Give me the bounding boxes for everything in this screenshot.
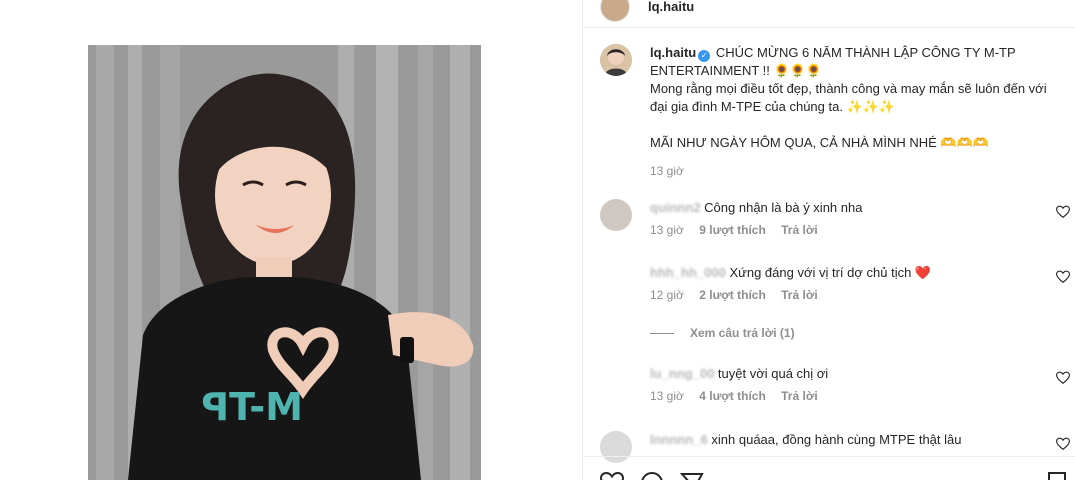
comment-item: hhh_hh_000 Xứng đáng với vị trí dợ chủ t… [600, 264, 1070, 314]
comment-time[interactable]: 12 giờ [650, 288, 684, 302]
post-side-panel: lq.haitu lq.haitu ✓ CHÚC MỪNG 6 NĂM THÀNH… [584, 0, 1075, 480]
svg-text:M-TP: M-TP [201, 385, 303, 429]
comment-item: lu_nng_00 tuyệt vời quá chị ơi 13 giờ 4 … [600, 365, 1070, 415]
view-replies-button[interactable]: Xem câu trả lời (1) [650, 326, 795, 340]
reply-button[interactable]: Trả lời [781, 223, 818, 237]
action-bar [584, 456, 1075, 480]
media-pane: M-TP [0, 0, 583, 480]
save-icon[interactable] [1047, 471, 1067, 480]
comment-likes[interactable]: 4 lượt thích [699, 389, 766, 403]
comment-text: tuyệt vời quá chị ơi [717, 366, 829, 381]
comment-meta: 12 giờ 2 lượt thích Trả lời [650, 288, 830, 302]
caption-avatar[interactable] [600, 44, 632, 76]
comment-text-row: quinnn2 Công nhận là bà ý xinh nha [650, 199, 862, 217]
comment-username[interactable]: lu_nng_00 [650, 366, 714, 381]
comment-text-row: hhh_hh_000 Xứng đáng với vị trí dợ chủ t… [650, 264, 931, 282]
comment-text: Xứng đáng với vị trí dợ chủ tịch ❤️ [729, 265, 932, 280]
comment-likes[interactable]: 9 lượt thích [699, 223, 766, 237]
post-photo[interactable]: M-TP [88, 45, 481, 480]
comment-text: xinh quáaa, đồng hành cùng MTPE thật lâu [711, 432, 962, 447]
caption-time[interactable]: 13 giờ [650, 162, 1050, 180]
comment-text: Công nhận là bà ý xinh nha [704, 200, 863, 215]
caption-first-line: lq.haitu ✓ CHÚC MỪNG 6 NĂM THÀNH LẬP CÔNG… [650, 44, 1050, 80]
comment-likes[interactable]: 2 lượt thích [699, 288, 766, 302]
comment-meta: 13 giờ 4 lượt thích Trả lời [650, 389, 830, 403]
caption-line-2: Mong rằng mọi điều tốt đẹp, thành công v… [650, 81, 1047, 114]
view-replies-label: Xem câu trả lời (1) [690, 326, 795, 340]
heart-icon[interactable] [1056, 371, 1070, 385]
comment-username[interactable]: lnnnnn_6 [650, 432, 708, 447]
author-username[interactable]: lq.haitu [648, 0, 694, 14]
comment-text-row: lu_nng_00 tuyệt vời quá chị ơi [650, 365, 828, 383]
share-icon[interactable] [680, 471, 704, 480]
caption-username[interactable]: lq.haitu [650, 45, 696, 60]
heart-icon[interactable] [1056, 437, 1070, 451]
comment-icon[interactable] [640, 471, 664, 480]
comment-item: quinnn2 Công nhận là bà ý xinh nha 13 gi… [600, 199, 1070, 249]
reply-button[interactable]: Trả lời [781, 389, 818, 403]
comment-time[interactable]: 13 giờ [650, 389, 684, 403]
comment-username[interactable]: hhh_hh_000 [650, 265, 726, 280]
post-header: lq.haitu [584, 0, 1075, 28]
commenter-avatar[interactable] [600, 365, 632, 397]
comment-time[interactable]: 13 giờ [650, 223, 684, 237]
caption-line-3: MÃI NHƯ NGÀY HÔM QUA, CẢ NHÀ MÌNH NHÉ 🫶🫶… [650, 135, 989, 150]
heart-icon[interactable] [1056, 270, 1070, 284]
comment-meta: 13 giờ 9 lượt thích Trả lời [650, 223, 830, 237]
view-replies-line [650, 333, 674, 335]
author-avatar[interactable] [600, 0, 630, 22]
reply-button[interactable]: Trả lời [781, 288, 818, 302]
commenter-avatar[interactable] [600, 199, 632, 231]
caption-body: lq.haitu ✓ CHÚC MỪNG 6 NĂM THÀNH LẬP CÔNG… [650, 44, 1050, 180]
verified-icon: ✓ [698, 50, 711, 62]
heart-icon[interactable] [1056, 205, 1070, 219]
like-heart-icon[interactable] [600, 471, 624, 480]
comment-username[interactable]: quinnn2 [650, 200, 701, 215]
commenter-avatar[interactable] [600, 264, 632, 296]
comment-text-row: lnnnnn_6 xinh quáaa, đồng hành cùng MTPE… [650, 431, 961, 449]
